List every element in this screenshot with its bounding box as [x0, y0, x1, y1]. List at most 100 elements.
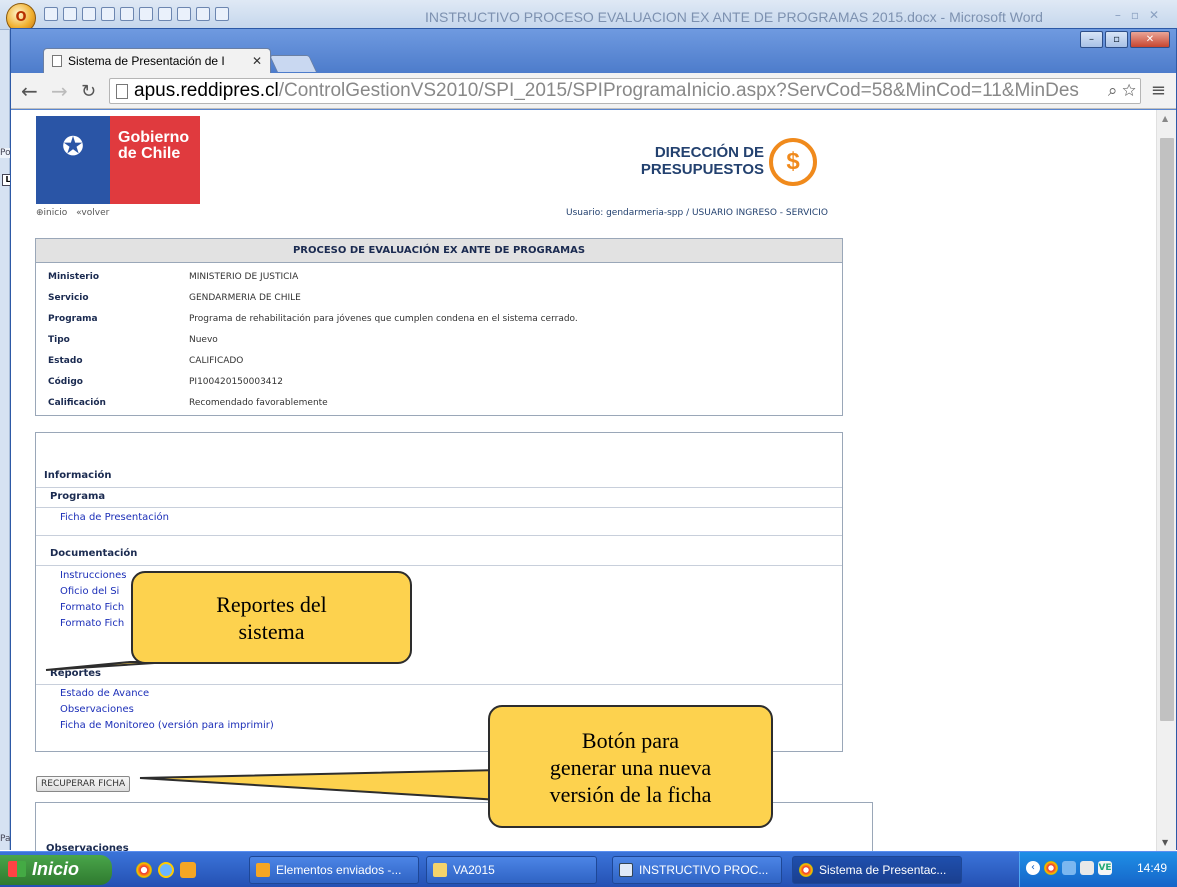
- scroll-up-icon[interactable]: ▲: [1162, 114, 1168, 123]
- browser-toolbar: ← → ↻ apus.reddipres.cl/ControlGestionVS…: [11, 73, 1176, 109]
- ficha-monitoreo-link[interactable]: Ficha de Monitoreo (versión para imprimi…: [60, 720, 274, 731]
- browser-menu-icon[interactable]: ≡: [1151, 80, 1166, 101]
- windows-taskbar: Inicio Elementos enviados -... VA2015 IN…: [0, 851, 1177, 887]
- chile-coat-of-arms-icon: ✪: [62, 132, 84, 162]
- browser-tab[interactable]: Sistema de Presentación de I ✕: [43, 48, 271, 74]
- tray-chrome-icon[interactable]: [1044, 861, 1058, 875]
- network-icon[interactable]: [1062, 861, 1076, 875]
- instrucciones-link[interactable]: Instrucciones: [60, 570, 126, 581]
- formato-ficha-link[interactable]: Formato Fich: [60, 602, 124, 613]
- word-title-bar: O INSTRUCTIVO PROCESO EVALUACION EX ANTE…: [0, 0, 1177, 33]
- taskbar-item-label: Sistema de Presentac...: [819, 863, 947, 877]
- divider: [36, 565, 842, 566]
- back-icon[interactable]: ←: [21, 79, 38, 103]
- inicio-link[interactable]: ⊕inicio: [36, 208, 67, 218]
- start-button[interactable]: Inicio: [0, 855, 112, 885]
- open-icon[interactable]: [196, 7, 210, 21]
- tab-close-icon[interactable]: ✕: [252, 49, 262, 73]
- taskbar-item-folder[interactable]: VA2015: [426, 856, 597, 884]
- divider: [36, 507, 842, 508]
- maximize-button[interactable]: ▫: [1105, 31, 1128, 48]
- spellcheck-icon[interactable]: [120, 7, 134, 21]
- tray-expand-icon[interactable]: ‹: [1026, 861, 1040, 875]
- scrollbar-thumb[interactable]: [1160, 138, 1174, 721]
- summary-label: Código: [48, 377, 83, 387]
- reportes-callout-line1: Reportes del: [216, 592, 327, 617]
- tray-ve-icon[interactable]: VE: [1098, 861, 1112, 875]
- tab-title: Sistema de Presentación de I: [68, 54, 225, 68]
- boton-callout: Botón para generar una nueva versión de …: [488, 705, 773, 828]
- taskbar-item-chrome[interactable]: Sistema de Presentac...: [792, 856, 962, 884]
- recuperar-ficha-button[interactable]: RECUPERAR FICHA: [36, 776, 131, 792]
- usuario-info: Usuario: gendarmeria-spp / USUARIO INGRE…: [566, 208, 828, 218]
- redo-icon[interactable]: [82, 7, 96, 21]
- programa-heading: Programa: [50, 491, 106, 502]
- summary-value: Recomendado favorablemente: [189, 398, 328, 408]
- vertical-scrollbar[interactable]: ▲ ▼: [1156, 110, 1176, 851]
- word-window-controls[interactable]: –▫✕: [1115, 8, 1169, 22]
- summary-label: Ministerio: [48, 272, 100, 282]
- save-icon[interactable]: [44, 7, 58, 21]
- top-links: ⊕inicio «volver: [36, 208, 115, 218]
- chrome-icon: [799, 863, 813, 877]
- reportes-callout: Reportes del sistema: [131, 571, 412, 664]
- volver-link[interactable]: «volver: [76, 208, 109, 218]
- url-host: apus.reddipres.cl: [134, 80, 279, 101]
- zoom-icon[interactable]: ⌕: [1108, 81, 1118, 100]
- address-bar[interactable]: apus.reddipres.cl/ControlGestionVS2010/S…: [109, 78, 1141, 104]
- minimize-button[interactable]: –: [1080, 31, 1103, 48]
- blank-doc-icon[interactable]: [215, 7, 229, 21]
- outlook-quicklaunch-icon[interactable]: [180, 862, 196, 878]
- estado-avance-link[interactable]: Estado de Avance: [60, 688, 149, 699]
- taskbar-item-word[interactable]: INSTRUCTIVO PROC...: [612, 856, 782, 884]
- new-tab-button[interactable]: [269, 55, 317, 72]
- taskbar-item-label: VA2015: [453, 863, 495, 877]
- page-info-icon[interactable]: [116, 84, 128, 99]
- gobierno-logo-emblem: ✪: [36, 116, 110, 204]
- security-shield-icon[interactable]: [1080, 861, 1094, 875]
- summary-label: Calificación: [48, 398, 106, 408]
- ficha-presentacion-link[interactable]: Ficha de Presentación: [60, 512, 169, 523]
- ie-quicklaunch-icon[interactable]: [158, 862, 174, 878]
- summary-panel: PROCESO DE EVALUACIÓN EX ANTE DE PROGRAM…: [35, 238, 843, 416]
- gobierno-line2: de Chile: [118, 145, 181, 162]
- reportes-callout-line2: sistema: [238, 619, 305, 644]
- email-icon[interactable]: [177, 7, 191, 21]
- oficio-link[interactable]: Oficio del Si: [60, 586, 119, 597]
- word-window-title: INSTRUCTIVO PROCESO EVALUACION EX ANTE D…: [425, 9, 1043, 25]
- documentacion-heading: Documentación: [50, 548, 138, 559]
- page-icon: [52, 55, 62, 67]
- summary-value: Nuevo: [189, 335, 218, 345]
- forward-icon[interactable]: →: [51, 79, 68, 103]
- browser-frame: – ▫ ✕ Sistema de Presentación de I ✕: [11, 29, 1176, 74]
- taskbar-item-label: Elementos enviados -...: [276, 863, 402, 877]
- print-preview-icon[interactable]: [139, 7, 153, 21]
- taskbar-item-outlook[interactable]: Elementos enviados -...: [249, 856, 419, 884]
- gobierno-line1: Gobierno: [118, 129, 190, 146]
- dipres-line1: DIRECCIÓN DE: [654, 144, 764, 161]
- taskbar-item-label: INSTRUCTIVO PROC...: [639, 863, 769, 877]
- divider: [36, 535, 842, 536]
- divider: [36, 487, 842, 488]
- summary-label: Estado: [48, 356, 83, 366]
- boton-callout-line2: generar una nueva: [549, 755, 712, 780]
- formato-ficha-link[interactable]: Formato Fich: [60, 618, 124, 629]
- undo-icon[interactable]: [63, 7, 77, 21]
- summary-label: Servicio: [48, 293, 89, 303]
- windows-logo-icon: [8, 861, 26, 877]
- summary-value: MINISTERIO DE JUSTICIA: [189, 272, 299, 282]
- print-icon[interactable]: [158, 7, 172, 21]
- reload-icon[interactable]: ↻: [81, 81, 96, 102]
- system-tray: ‹ VE 14:49: [1019, 852, 1177, 887]
- start-label: Inicio: [32, 859, 80, 879]
- bookmark-star-icon[interactable]: ☆: [1122, 81, 1136, 100]
- observaciones-link[interactable]: Observaciones: [60, 704, 134, 715]
- close-window-button[interactable]: ✕: [1130, 31, 1170, 48]
- dipres-line2: PRESUPUESTOS: [640, 161, 764, 178]
- gobierno-logo-text: Gobierno de Chile: [110, 116, 200, 204]
- boton-callout-line1: Botón para: [581, 728, 680, 753]
- scroll-down-icon[interactable]: ▼: [1162, 838, 1168, 847]
- quick-access-toolbar: [44, 7, 229, 23]
- new-doc-icon[interactable]: [101, 7, 115, 21]
- chrome-quicklaunch-icon[interactable]: [136, 862, 152, 878]
